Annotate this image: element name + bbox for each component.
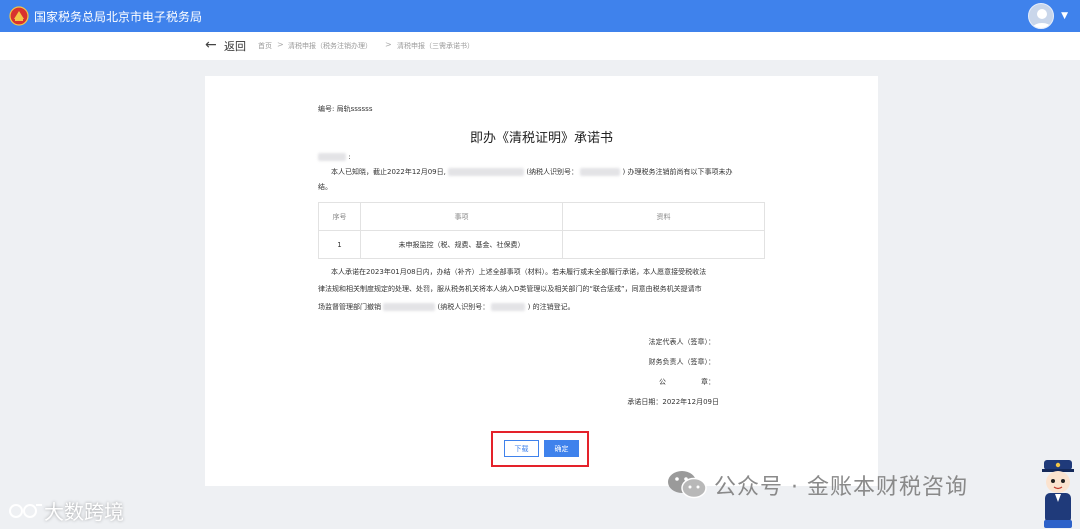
confirm-button[interactable]: 确定 xyxy=(544,440,579,457)
watermark-logo-icon xyxy=(9,503,42,518)
watermark-left-text: 大数跨境 xyxy=(44,500,124,524)
pending-items-table: 序号 事项 资料 1 未申报监控（税、规费、基金、社保费） xyxy=(318,202,765,259)
wechat-icon xyxy=(668,471,707,499)
paragraph-1-line-1: 本人已知晓，截止2022年12月09日, (纳税人识别号： ) 办理税务注销前尚… xyxy=(331,168,733,176)
top-header: 国家税务总局北京市电子税务局 ▼ xyxy=(0,0,1080,32)
table-header-row: 序号 事项 资料 xyxy=(318,202,765,231)
download-button[interactable]: 下载 xyxy=(504,440,539,457)
redacted-name xyxy=(318,153,346,161)
legal-representative-signature: 法定代表人（签章）： xyxy=(648,338,716,346)
breadcrumb-clearance-declaration[interactable]: 清税申报（税务注销办理） xyxy=(288,41,372,51)
finance-officer-signature: 财务负责人（签章）： xyxy=(648,358,716,366)
paragraph-2-line-1: 本人承诺在2023年01月08日内，办结（补齐）上述全部事项（材料）。若未履行或… xyxy=(331,268,707,276)
document-title: 即办《清税证明》承诺书 xyxy=(469,131,613,146)
tax-emblem-icon xyxy=(9,6,29,26)
column-header: 序号 xyxy=(318,202,361,231)
watermark-left: 大数跨境 xyxy=(8,496,124,525)
breadcrumb-separator: > xyxy=(385,40,392,49)
commitment-date: 承诺日期：2022年12月09日 xyxy=(627,398,719,406)
paragraph-1-line-2: 结。 xyxy=(318,183,332,191)
official-seal-field: 公 章： xyxy=(659,378,715,386)
watermark-right-text: 公众号 · 金账本财税咨询 xyxy=(714,475,968,500)
redacted-tax-id xyxy=(580,168,621,176)
paragraph-2-line-2: 律法规和相关制度规定的处理、处罚，服从税务机关将本人纳入D类管理以及相关部门的“… xyxy=(318,285,702,293)
site-title: 国家税务总局北京市电子税务局 xyxy=(34,9,203,24)
redacted-tax-id xyxy=(491,303,526,311)
user-avatar-icon[interactable] xyxy=(1028,3,1054,29)
salutation: : xyxy=(318,153,351,161)
commitment-document: 编号: 局轨ssssss 即办《清税证明》承诺书 : 本人已知晓，截止2022年… xyxy=(205,76,878,486)
watermark-right: 公众号 · 金账本财税咨询 xyxy=(666,468,968,502)
tax-officer-mascot-icon xyxy=(1042,460,1074,528)
chevron-down-icon[interactable]: ▼ xyxy=(1061,11,1068,21)
table-cell xyxy=(562,230,765,259)
back-arrow-icon[interactable]: ← xyxy=(205,37,217,53)
table-cell: 未申报监控（税、规费、基金、社保费） xyxy=(360,230,563,259)
table-row: 1 未申报监控（税、规费、基金、社保费） xyxy=(318,230,765,259)
column-header: 事项 xyxy=(360,202,563,231)
back-link[interactable]: 返回 xyxy=(224,38,246,54)
breadcrumb-separator: > xyxy=(277,40,284,49)
table-cell: 1 xyxy=(318,230,361,259)
redacted-company xyxy=(383,303,436,311)
redacted-company xyxy=(448,168,525,176)
paragraph-2-line-3: 场监督管理部门撤销 (纳税人识别号： ) 的注销登记。 xyxy=(318,303,575,311)
breadcrumb-current: 清税申报（三需承诺书） xyxy=(397,42,474,50)
column-header: 资料 xyxy=(562,202,765,231)
breadcrumb-home[interactable]: 首页 xyxy=(258,41,272,51)
nav-bar: ← 返回 首页 > 清税申报（税务注销办理） > 清税申报（三需承诺书） xyxy=(0,32,1080,60)
document-number: 编号: 局轨ssssss xyxy=(318,105,373,113)
